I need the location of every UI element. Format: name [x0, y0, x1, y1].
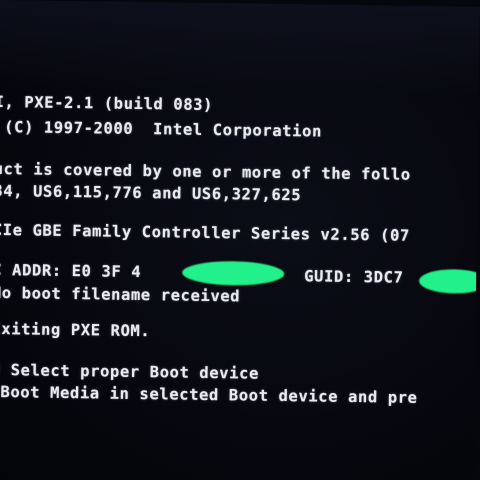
insert-boot-media-line: Boot Media in selected Boot device and p… — [0, 382, 418, 407]
controller-series-line: CIe GBE Family Controller Series v2.56 (… — [0, 220, 411, 245]
guid-line: GUID: 3DC7 — [304, 267, 404, 287]
bios-boot-screen: I, PXE-2.1 (build 083) (C) 1997-2000 Int… — [0, 0, 480, 480]
pxe-version-line: I, PXE-2.1 (build 083) — [0, 92, 214, 114]
patent-notice-line: uct is covered by one or more of the fol… — [0, 159, 411, 184]
mac-redaction-mark — [182, 260, 285, 286]
no-boot-filename-line: No boot filename received — [0, 283, 241, 306]
select-boot-device-line: d Select proper Boot device — [0, 360, 260, 383]
guid-redaction-mark — [418, 268, 480, 294]
mac-address-line: C ADDR: E0 3F 4 — [0, 260, 142, 281]
exiting-pxe-line: Exiting PXE ROM. — [0, 319, 151, 341]
patent-numbers-line: 84, US6,115,776 and US6,327,625 — [0, 181, 302, 205]
copyright-line: (C) 1997-2000 Intel Corporation — [0, 117, 323, 141]
screen-glare — [0, 0, 480, 97]
